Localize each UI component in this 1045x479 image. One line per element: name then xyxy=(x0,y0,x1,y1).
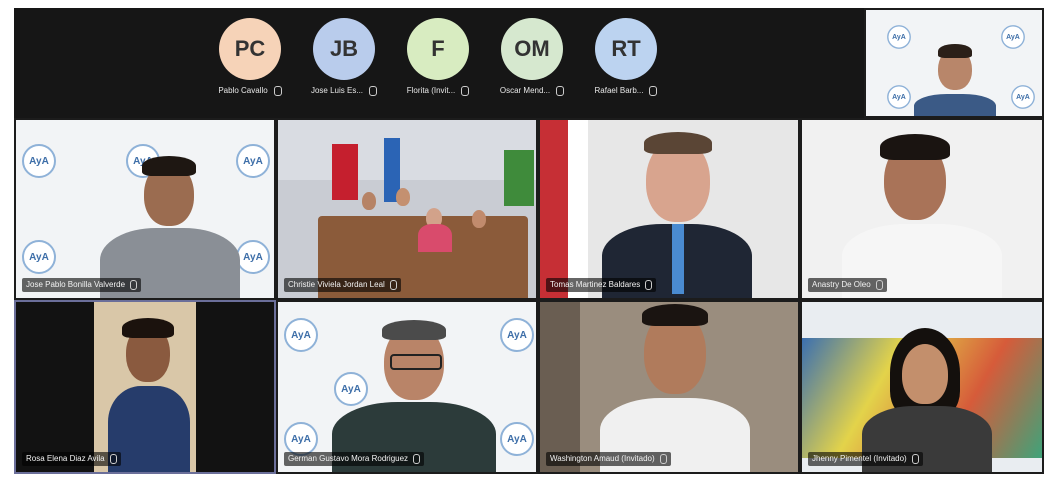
aya-logo: AyA xyxy=(22,240,56,274)
aya-logo: AyA xyxy=(500,318,534,352)
participant-name: Rafael Barb... xyxy=(594,86,644,96)
participant-name-label: Rosa Elena Diaz Avila xyxy=(22,452,121,466)
glasses xyxy=(390,354,442,370)
participant-name-label: German Gustavo Mora Rodriguez xyxy=(284,452,425,466)
video-tile-6[interactable]: AyA AyA AyA AyA AyA German Gustavo Mora … xyxy=(278,302,536,472)
mic-muted-icon xyxy=(645,280,653,290)
avatar-circle: RT xyxy=(595,18,657,80)
aya-logo: AyA xyxy=(22,144,56,178)
participant-name: Florita (Invit... xyxy=(406,86,456,96)
mic-muted-icon xyxy=(389,280,397,290)
participant-name: Jose Luis Es... xyxy=(310,86,364,96)
participant-name-label: Washington Amaud (Invitado) xyxy=(546,452,671,466)
person-body xyxy=(914,94,996,116)
tie xyxy=(672,224,684,294)
aya-logo: AyA xyxy=(284,318,318,352)
mic-muted-icon xyxy=(273,86,282,96)
avatar-circle: F xyxy=(407,18,469,80)
video-tile-7[interactable]: Washington Amaud (Invitado) xyxy=(540,302,798,472)
aya-logo: AyA xyxy=(236,240,270,274)
video-tile-5[interactable]: Rosa Elena Diaz Avila xyxy=(14,300,276,474)
flag-costa-rica xyxy=(540,120,568,298)
avatar-circle: JB xyxy=(313,18,375,80)
mic-muted-icon xyxy=(369,86,378,96)
mic-muted-icon xyxy=(911,454,919,464)
avatar-circle: PC xyxy=(219,18,281,80)
mic-muted-icon xyxy=(649,86,658,96)
participant-avatar-jb[interactable]: JB Jose Luis Es... xyxy=(310,18,378,96)
video-tile-1[interactable]: AyA AyA AyA AyA AyA Jose Pablo Bonilla V… xyxy=(16,120,274,298)
aya-logo: AyA xyxy=(236,144,270,178)
participant-name: Oscar Mend... xyxy=(499,86,551,96)
participant-name-label: Tomas Martinez Baldares xyxy=(546,278,657,292)
participant-name: Pablo Cavallo xyxy=(218,86,268,96)
video-tile-3[interactable]: Tomas Martinez Baldares xyxy=(540,120,798,298)
mic-muted-icon xyxy=(875,280,883,290)
mic-muted-icon xyxy=(130,280,138,290)
self-view-tile[interactable]: AyA AyA AyA AyA xyxy=(866,10,1042,116)
avatar-circle: OM xyxy=(501,18,563,80)
aya-logo: AyA xyxy=(500,422,534,456)
mic-muted-icon xyxy=(659,454,667,464)
aya-logo: AyA xyxy=(334,372,368,406)
participant-name-label: Jhenny Pimentel (Invitado) xyxy=(808,452,923,466)
video-tile-8[interactable]: Jhenny Pimentel (Invitado) xyxy=(802,302,1042,472)
participant-name-label: Christie Viviela Jordan Leal xyxy=(284,278,401,292)
participant-name-label: Anastry De Oleo xyxy=(808,278,887,292)
aya-logo: AyA xyxy=(1011,85,1035,109)
participant-avatar-rt[interactable]: RT Rafael Barb... xyxy=(594,18,658,96)
participant-name-label: Jose Pablo Bonilla Valverde xyxy=(22,278,142,292)
video-grid: PC Pablo Cavallo JB Jose Luis Es... F Fl… xyxy=(14,8,1044,474)
mic-muted-icon xyxy=(109,454,117,464)
aya-logo: AyA xyxy=(887,85,911,109)
aya-logo: AyA xyxy=(1001,25,1025,49)
video-tile-4[interactable]: Anastry De Oleo xyxy=(802,120,1042,298)
flag-dominican xyxy=(332,144,358,200)
participant-avatar-om[interactable]: OM Oscar Mend... xyxy=(499,18,565,96)
mic-muted-icon xyxy=(556,86,565,96)
aya-logo: AyA xyxy=(887,25,911,49)
aya-logo: AyA xyxy=(284,422,318,456)
video-tile-2[interactable]: Christie Viviela Jordan Leal xyxy=(278,120,536,298)
mic-muted-icon xyxy=(461,86,470,96)
participant-avatar-pc[interactable]: PC Pablo Cavallo xyxy=(218,18,282,96)
mic-muted-icon xyxy=(413,454,421,464)
participant-strip: PC Pablo Cavallo JB Jose Luis Es... F Fl… xyxy=(14,8,864,118)
participant-avatar-f[interactable]: F Florita (Invit... xyxy=(406,18,470,96)
